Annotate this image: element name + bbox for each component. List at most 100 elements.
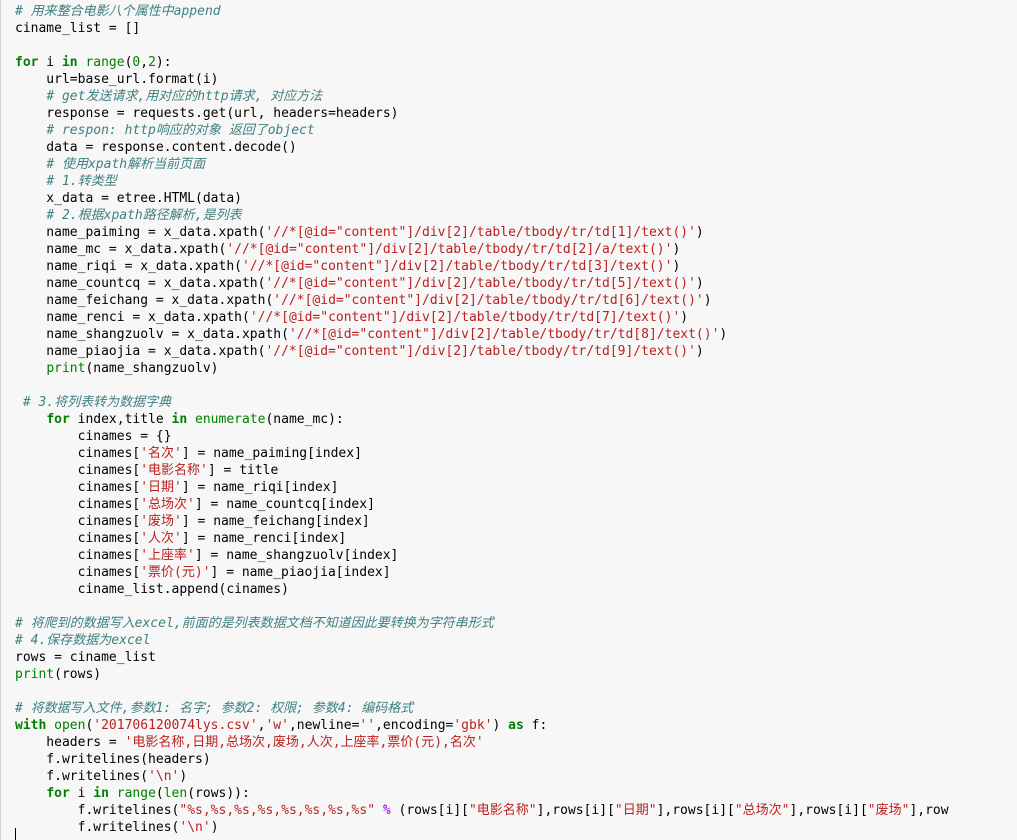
code-line: # 用来整合电影八个属性中append <box>15 3 1017 20</box>
code-token: 'w' <box>265 718 289 733</box>
code-line: name_feichang = x_data.xpath('//*[@id="c… <box>15 292 1017 309</box>
code-token: cinames[ <box>15 548 141 563</box>
code-token: # 2.根据xpath路径解析,是列表 <box>46 208 242 223</box>
code-token: '201706120074lys.csv' <box>93 718 258 733</box>
code-token: in <box>93 786 109 801</box>
code-token: # 将爬到的数据写入excel,前面的是列表数据文档不知道因此要转换为字符串形式 <box>15 616 494 631</box>
code-token: ,encoding= <box>375 718 454 733</box>
code-token: ciname_list = [] <box>15 21 141 36</box>
code-token: ],rows[i][ <box>536 803 615 818</box>
code-line: for i in range(0,2): <box>15 54 1017 71</box>
code-token: ] = name_paiming[index] <box>181 446 362 461</box>
code-token: for <box>46 412 70 427</box>
code-line: f.writelines(headers) <box>15 751 1017 768</box>
code-token: '电影名称,日期,总场次,废场,人次,上座率,票价(元),名次' <box>124 735 484 750</box>
code-token: '//*[@id="content"]/div[2]/table/tbody/t… <box>241 259 673 274</box>
code-token: '//*[@id="content"]/div[2]/table/tbody/t… <box>273 293 704 308</box>
code-token: cinames[ <box>15 565 141 580</box>
code-line: response = requests.get(url, headers=hea… <box>15 105 1017 122</box>
code-token: ) <box>695 225 704 240</box>
code-token: '//*[@id="content"]/div[2]/table/tbody/t… <box>265 225 696 240</box>
code-token: (rows) <box>54 667 102 682</box>
code-token: '票价(元)' <box>140 565 211 580</box>
code-token: with <box>15 718 47 733</box>
code-line: name_paiming = x_data.xpath('//*[@id="co… <box>15 224 1017 241</box>
code-token: len <box>163 786 188 801</box>
code-line: # 1.转类型 <box>15 173 1017 190</box>
code-line: cinames['总场次'] = name_countcq[index] <box>15 496 1017 513</box>
code-token: '总场次' <box>140 497 195 512</box>
code-token: f.writelines( <box>15 820 180 835</box>
code-token: , <box>140 55 149 70</box>
code-line: x_data = etree.HTML(data) <box>15 190 1017 207</box>
code-token: # 4.保存数据为excel <box>15 633 151 648</box>
code-token: ) <box>492 718 509 733</box>
code-line: # 将爬到的数据写入excel,前面的是列表数据文档不知道因此要转换为字符串形式 <box>15 615 1017 632</box>
code-token: f: <box>523 718 548 733</box>
code-token: range <box>116 786 156 801</box>
code-token: ],rows[i][ <box>656 803 735 818</box>
code-token: index,title <box>69 412 172 427</box>
code-token: headers = <box>15 735 125 750</box>
code-token: ] = name_piaojia[index] <box>210 565 391 580</box>
code-line: # 使用xpath解析当前页面 <box>15 156 1017 173</box>
code-token: open <box>54 718 86 733</box>
code-line: # 3.将列表转为数据字典 <box>15 394 1017 411</box>
code-token: for <box>15 55 39 70</box>
code-line: # 2.根据xpath路径解析,是列表 <box>15 207 1017 224</box>
code-token: as <box>508 718 524 733</box>
code-token: name_shangzuolv = x_data.xpath( <box>15 327 289 342</box>
code-editor[interactable]: # 用来整合电影八个属性中append ciname_list = [] for … <box>1 0 1017 836</box>
code-token: ) <box>680 310 689 325</box>
code-token: print <box>46 361 86 376</box>
code-line: name_mc = x_data.xpath('//*[@id="content… <box>15 241 1017 258</box>
code-line: url=base_url.format(i) <box>15 71 1017 88</box>
code-token: cinames[ <box>15 514 141 529</box>
code-token: '//*[@id="content"]/div[2]/table/tbody/t… <box>288 327 720 342</box>
code-token: enumerate <box>195 412 266 427</box>
code-line: for i in range(len(rows)): <box>15 785 1017 802</box>
code-token: '人次' <box>140 531 182 546</box>
code-line: name_shangzuolv = x_data.xpath('//*[@id=… <box>15 326 1017 343</box>
code-line: ciname_list = [] <box>15 20 1017 37</box>
code-token: ) <box>672 242 681 257</box>
code-line: # respon: http响应的对象 返回了object <box>15 122 1017 139</box>
code-line: print(name_shangzuolv) <box>15 360 1017 377</box>
code-line: # 4.保存数据为excel <box>15 632 1017 649</box>
code-cell[interactable]: # 用来整合电影八个属性中append ciname_list = [] for … <box>0 0 1017 840</box>
code-token: ( <box>155 786 164 801</box>
code-line: rows = ciname_list <box>15 649 1017 666</box>
code-token: '//*[@id="content"]/div[2]/table/tbody/t… <box>249 310 681 325</box>
code-token: name_renci = x_data.xpath( <box>15 310 250 325</box>
code-token: (rows[i][ <box>390 803 469 818</box>
code-line: name_riqi = x_data.xpath('//*[@id="conte… <box>15 258 1017 275</box>
code-line: headers = '电影名称,日期,总场次,废场,人次,上座率,票价(元),名… <box>15 734 1017 751</box>
code-token: ) <box>672 259 681 274</box>
code-token: # 将数据写入文件,参数1: 名字; 参数2: 权限; 参数4: 编码格式 <box>15 701 414 716</box>
code-token: # respon: http响应的对象 返回了object <box>46 123 315 138</box>
code-token: in <box>61 55 78 70</box>
code-token: data = response.content.decode() <box>15 140 297 155</box>
code-token: response = requests.get(url, headers=hea… <box>15 106 399 121</box>
code-token: '名次' <box>140 446 182 461</box>
code-token: ],row <box>909 803 949 818</box>
code-line: cinames['电影名称'] = title <box>15 462 1017 479</box>
code-line: f.writelines('\n') <box>15 768 1017 785</box>
code-line: cinames['上座率'] = name_shangzuolv[index] <box>15 547 1017 564</box>
code-token: (name_mc): <box>265 412 344 427</box>
code-token: ] = name_feichang[index] <box>181 514 370 529</box>
code-token: f.writelines( <box>15 803 180 818</box>
code-line: f.writelines('\n') <box>15 819 1017 836</box>
code-token: name_paiming = x_data.xpath( <box>15 225 266 240</box>
